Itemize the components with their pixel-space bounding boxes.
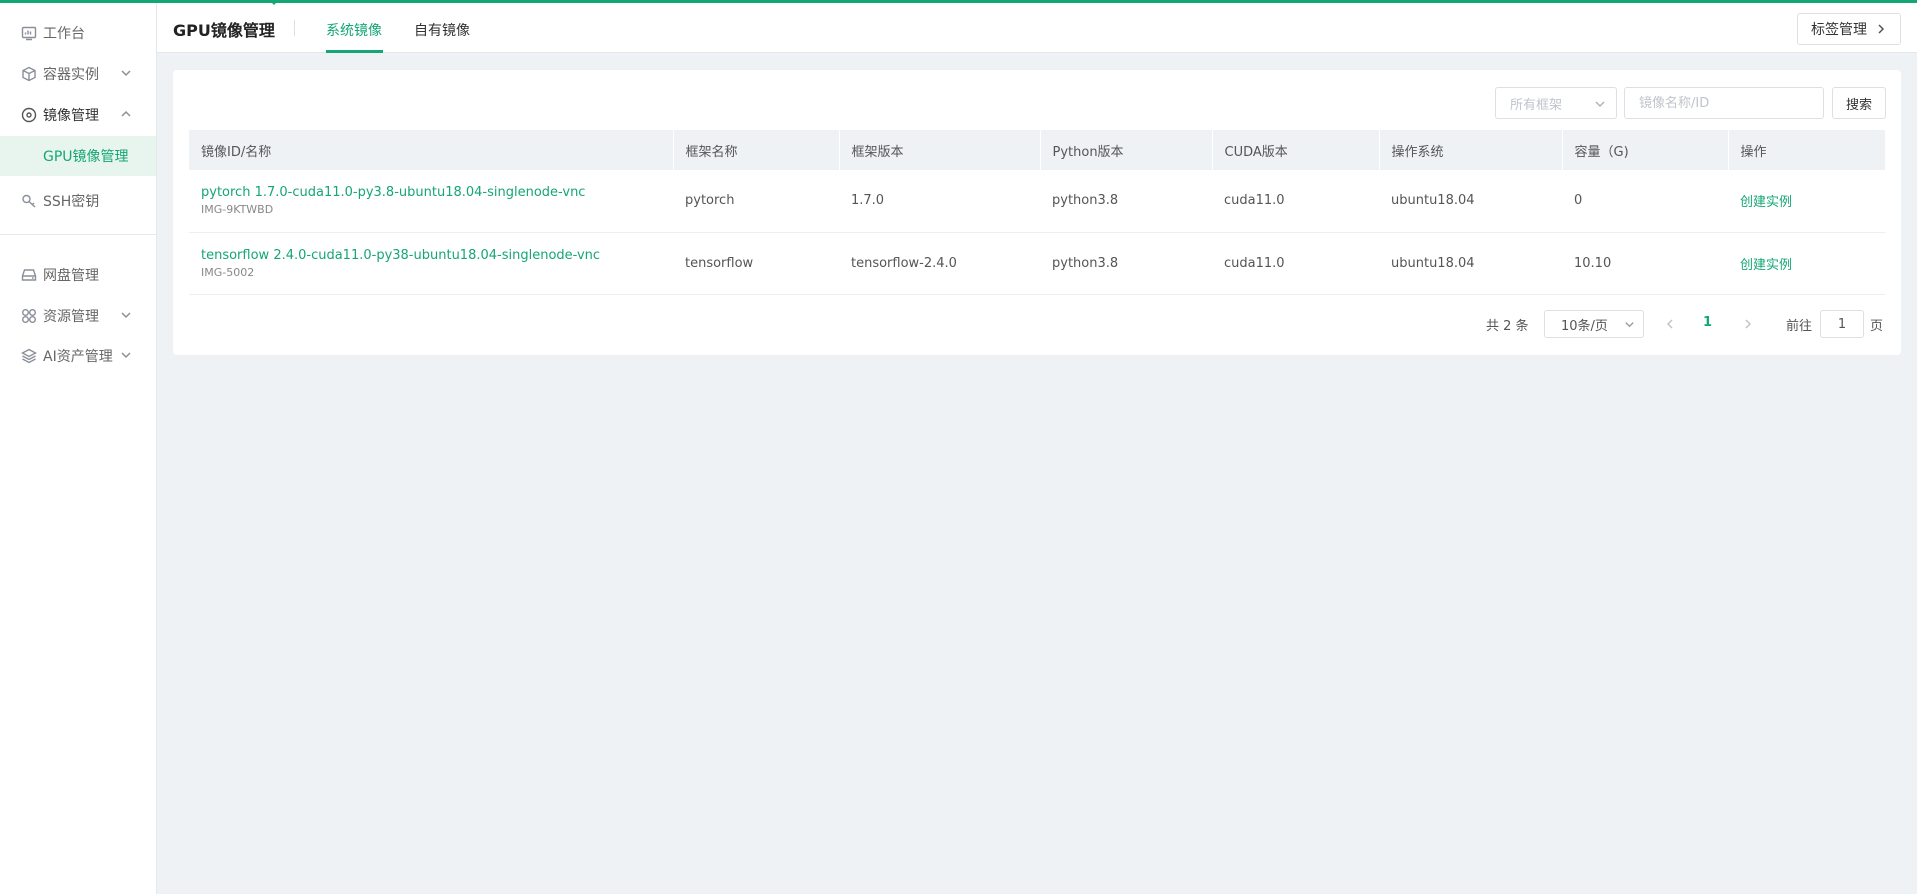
chevron-left-icon (1666, 319, 1673, 329)
cell-os: ubuntu18.04 (1379, 232, 1562, 295)
cell-framework-version: tensorflow-2.4.0 (839, 232, 1040, 295)
cell-framework: pytorch (673, 170, 839, 233)
cell-cuda-version: cuda11.0 (1212, 170, 1379, 233)
sidebar-item-label: 容器实例 (43, 67, 99, 83)
chevron-down-icon (120, 67, 134, 81)
sidebar-item-label: 镜像管理 (43, 108, 99, 124)
chevron-right-icon (1878, 24, 1885, 34)
cell-cuda-version: cuda11.0 (1212, 232, 1379, 295)
sidebar-item-ai-assets[interactable]: AI资产管理 (0, 336, 156, 376)
page-size-select[interactable]: 10条/页 (1544, 310, 1644, 338)
cell-capacity: 0 (1562, 170, 1728, 233)
search-input[interactable] (1624, 87, 1824, 119)
column-header: 镜像ID/名称 (189, 130, 674, 170)
cell-action: 创建实例 (1728, 232, 1885, 295)
column-header: 框架版本 (839, 130, 1041, 170)
disc-icon (20, 106, 38, 124)
cell-python-version: python3.8 (1040, 232, 1212, 295)
tag-management-label: 标签管理 (1811, 22, 1867, 38)
key-icon (20, 192, 38, 210)
image-id: IMG-5002 (201, 265, 255, 279)
layers-icon (20, 347, 38, 365)
dashboard-icon (20, 24, 38, 42)
page-size-value: 10条/页 (1561, 318, 1608, 334)
tag-management-button[interactable]: 标签管理 (1797, 13, 1901, 45)
framework-select-placeholder: 所有框架 (1510, 97, 1563, 113)
cell-capacity: 10.10 (1562, 232, 1728, 295)
column-header: Python版本 (1040, 130, 1213, 170)
chevron-down-icon (120, 309, 134, 323)
sidebar-item-netdisk[interactable]: 网盘管理 (0, 255, 156, 295)
page-header: GPU镜像管理 系统镜像 自有镜像 标签管理 (157, 3, 1917, 53)
sidebar-item-images[interactable]: 镜像管理 (0, 95, 156, 135)
cell-action: 创建实例 (1728, 170, 1885, 233)
column-header: 框架名称 (673, 130, 840, 170)
table-row: tensorflow 2.4.0-cuda11.0-py38-ubuntu18.… (189, 232, 1885, 295)
cell-python-version: python3.8 (1040, 170, 1212, 233)
sidebar-item-label: 资源管理 (43, 309, 99, 325)
sidebar-item-resources[interactable]: 资源管理 (0, 296, 156, 336)
top-accent-bar (0, 0, 1917, 3)
cube-icon (20, 65, 38, 83)
framework-select[interactable]: 所有框架 (1495, 87, 1617, 119)
pagination-total: 共 2 条 (1486, 318, 1529, 334)
cell-framework: tensorflow (673, 232, 839, 295)
header-divider (294, 20, 295, 36)
top-accent-notch (268, 0, 280, 6)
table-row: pytorch 1.7.0-cuda11.0-py3.8-ubuntu18.04… (189, 170, 1885, 233)
cell-os: ubuntu18.04 (1379, 170, 1562, 233)
sidebar-item-containers[interactable]: 容器实例 (0, 54, 156, 94)
image-id: IMG-9KTWBD (201, 203, 274, 217)
prev-page-button[interactable] (1661, 315, 1679, 333)
page-title: GPU镜像管理 (173, 21, 275, 40)
sidebar-divider (0, 234, 156, 235)
column-header: 操作系统 (1379, 130, 1563, 170)
sidebar-item-ssh-keys[interactable]: SSH密钥 (0, 181, 156, 221)
sidebar-item-label: AI资产管理 (43, 349, 113, 365)
chevron-down-icon (120, 349, 134, 363)
page-number-current[interactable]: 1 (1703, 315, 1712, 330)
next-page-button[interactable] (1739, 315, 1757, 333)
column-header: 容量（G) (1562, 130, 1729, 170)
goto-page-input[interactable] (1820, 310, 1864, 338)
sidebar: 工作台 容器实例 镜像管理 GPU镜像管理 SSH密钥 网盘管理 资源管理 AI… (0, 0, 157, 894)
chevron-down-icon (1625, 322, 1634, 328)
image-name-link[interactable]: tensorflow 2.4.0-cuda11.0-py38-ubuntu18.… (201, 248, 673, 263)
tab-system-images[interactable]: 系统镜像 (326, 20, 382, 40)
image-table: 镜像ID/名称 框架名称 框架版本 Python版本 CUDA版本 操作系统 容… (189, 130, 1886, 295)
sidebar-item-workbench[interactable]: 工作台 (0, 13, 156, 53)
cell-image: tensorflow 2.4.0-cuda11.0-py38-ubuntu18.… (189, 232, 673, 295)
sidebar-item-label: SSH密钥 (43, 194, 100, 210)
chevron-right-icon (1745, 319, 1752, 329)
cell-framework-version: 1.7.0 (839, 170, 1040, 233)
column-header: CUDA版本 (1212, 130, 1380, 170)
search-button[interactable]: 搜索 (1832, 87, 1886, 119)
cell-image: pytorch 1.7.0-cuda11.0-py3.8-ubuntu18.04… (189, 170, 673, 233)
image-list-card: 所有框架 搜索 镜像ID/名称 框架名称 框架版本 Python版本 CUDA版… (173, 70, 1901, 355)
drive-icon (20, 266, 38, 284)
tab-own-images[interactable]: 自有镜像 (414, 20, 470, 40)
column-header: 操作 (1728, 130, 1886, 170)
chevron-up-icon (120, 108, 134, 122)
tab-active-indicator (326, 50, 383, 53)
image-name-link[interactable]: pytorch 1.7.0-cuda11.0-py3.8-ubuntu18.04… (201, 185, 673, 200)
create-instance-link[interactable]: 创建实例 (1740, 195, 1792, 210)
sidebar-subitem-gpu-images[interactable]: GPU镜像管理 (0, 136, 156, 176)
goto-label: 前往 (1786, 319, 1813, 334)
create-instance-link[interactable]: 创建实例 (1740, 258, 1792, 273)
chevron-down-icon (1595, 101, 1605, 108)
sidebar-item-label: 工作台 (43, 26, 85, 42)
page-suffix-label: 页 (1870, 319, 1884, 334)
grid-icon (20, 307, 38, 325)
sidebar-item-label: 网盘管理 (43, 268, 99, 284)
table-header-row: 镜像ID/名称 框架名称 框架版本 Python版本 CUDA版本 操作系统 容… (189, 130, 1886, 170)
